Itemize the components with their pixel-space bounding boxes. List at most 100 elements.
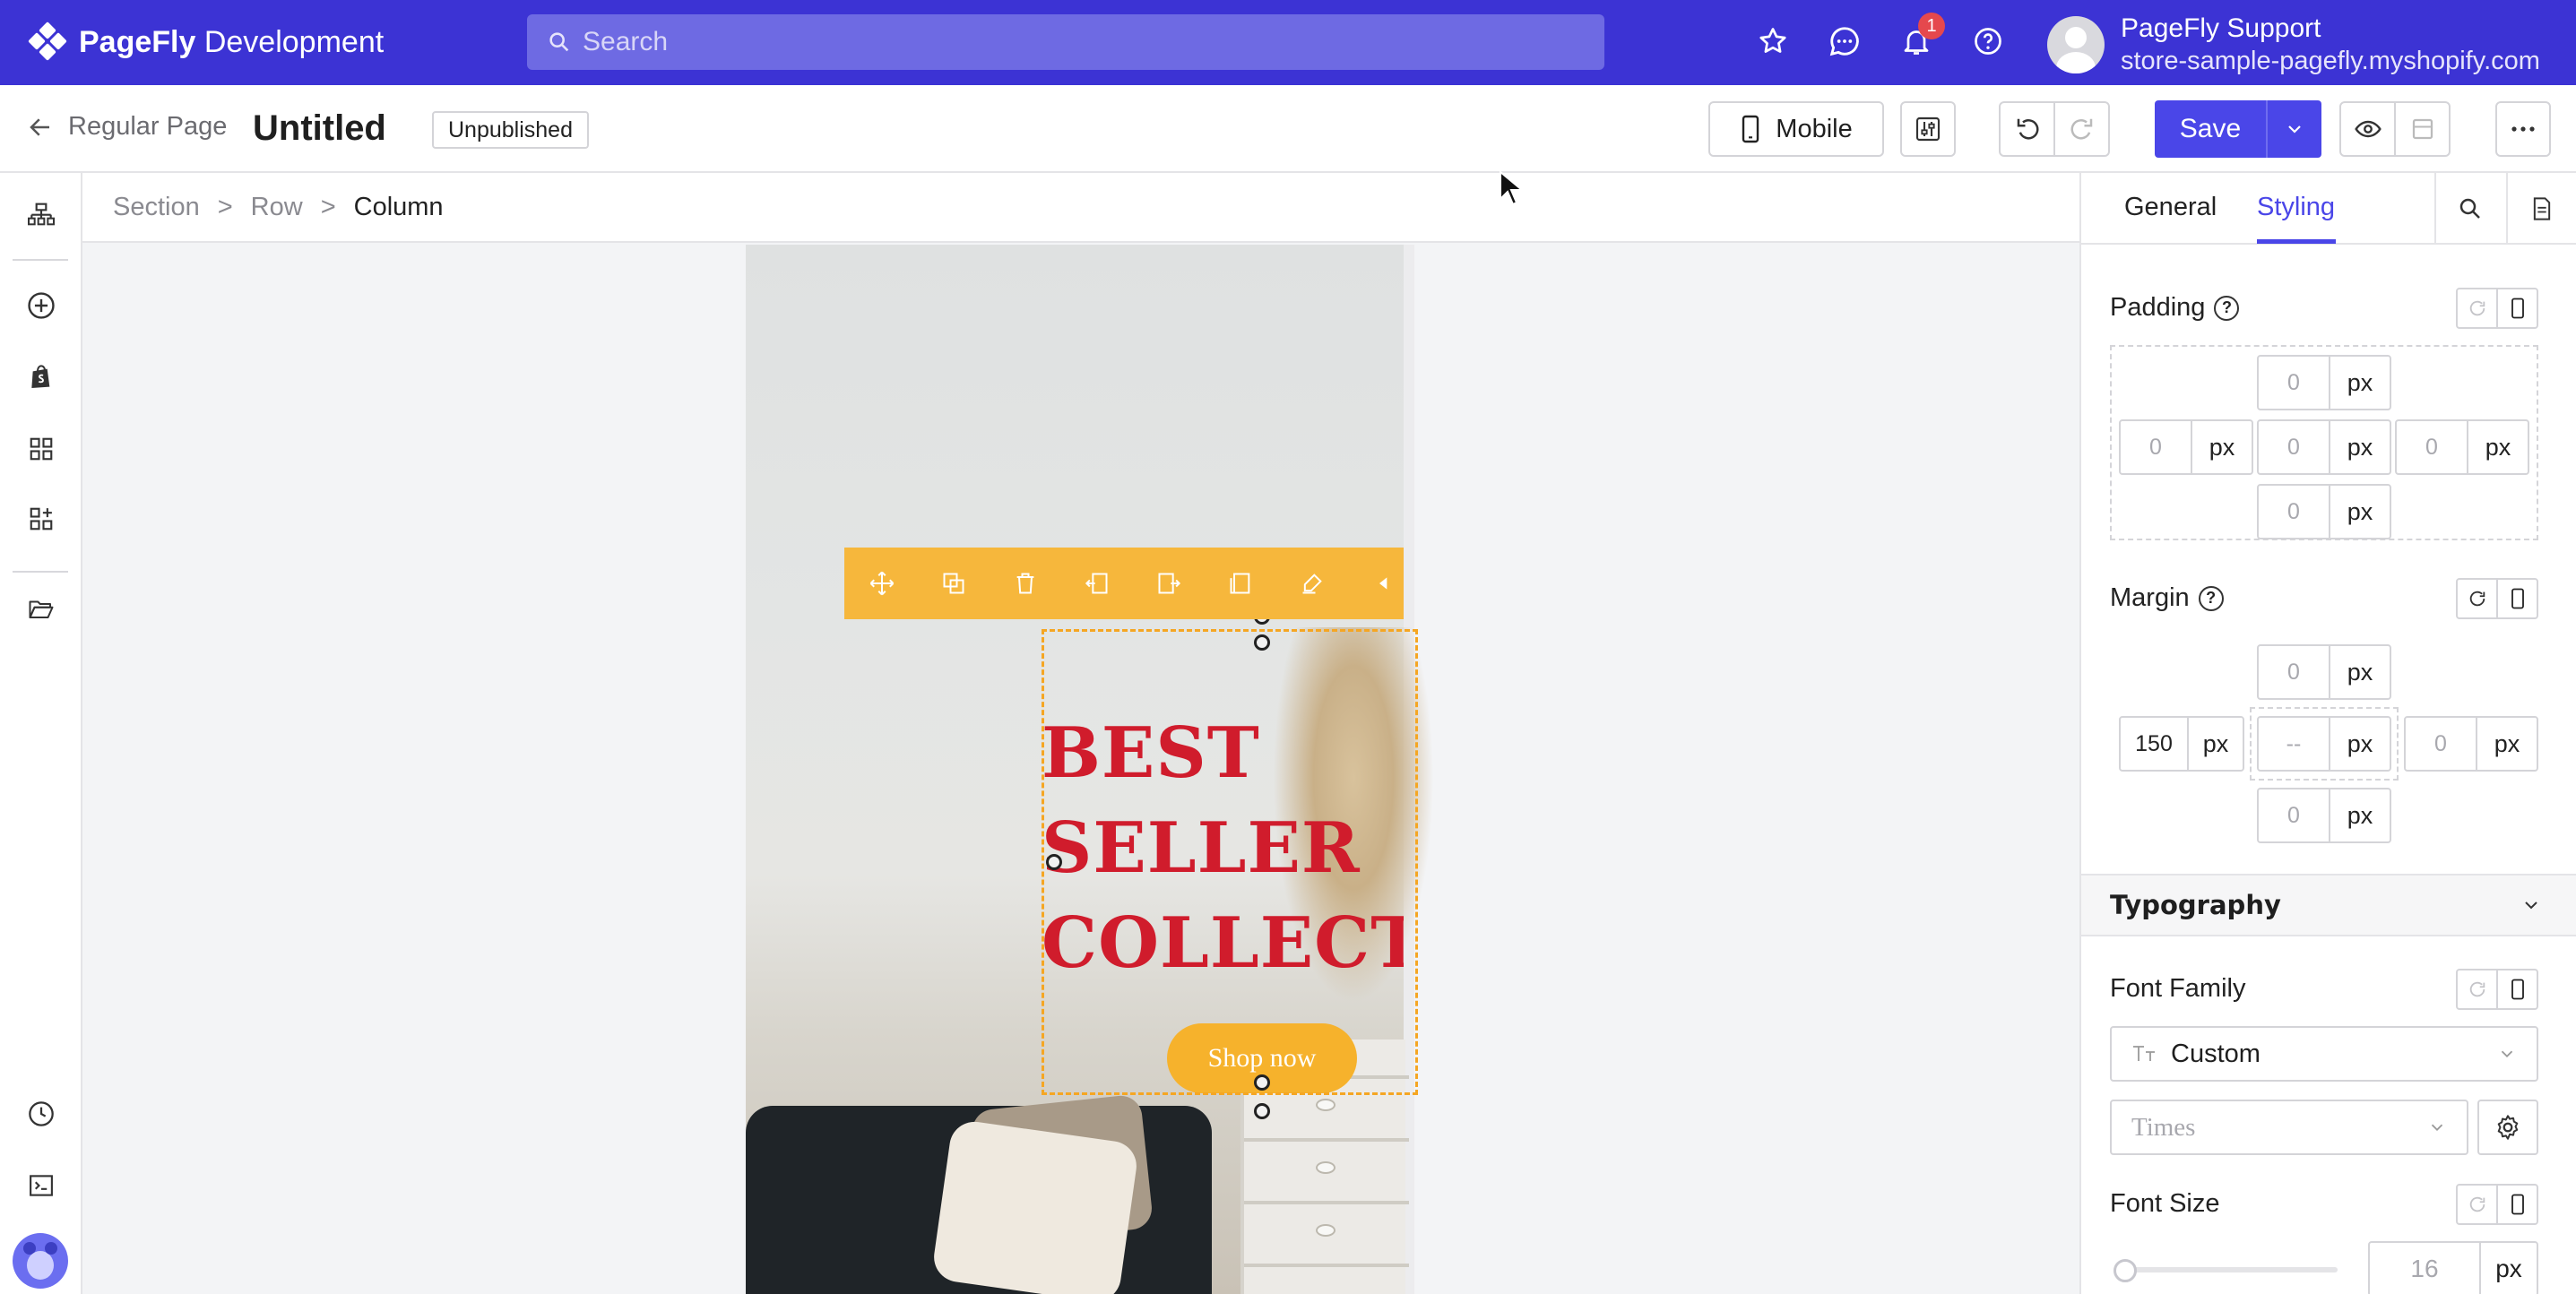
chevron-down-icon [2525,901,2537,910]
redo-button[interactable] [2055,103,2108,155]
padding-tools [2456,288,2538,329]
margin-top-input[interactable]: 0 px [2257,644,2391,700]
sidebar-divider [13,571,68,573]
sidebar-item-apps[interactable] [23,501,59,537]
more-options-button[interactable] [2495,101,2551,157]
sidebar-item-code[interactable] [23,1168,59,1203]
eye-icon [2354,120,2382,138]
sidebar-item-history[interactable] [23,1096,59,1132]
font-size-reset-button[interactable] [2458,1186,2496,1223]
font-size-slider-handle[interactable] [2114,1259,2137,1282]
font-size-input[interactable]: 16 px [2368,1241,2538,1294]
save-options-button[interactable] [2266,100,2321,158]
publish-icon [2412,118,2433,140]
padding-center-input[interactable]: 0 px [2257,419,2391,475]
insert-right-icon [1158,573,1181,594]
insert-after-button[interactable] [1151,565,1187,601]
favorites-button[interactable] [1755,22,1791,61]
collapse-toolbar-button[interactable] [1366,565,1402,601]
padding-device-button[interactable] [2496,289,2537,327]
reset-icon [2469,1196,2485,1212]
sidebar-item-files[interactable] [23,591,59,626]
sidebar-item-shopify[interactable] [23,359,59,395]
sidebar-item-layers[interactable] [23,198,59,234]
breadcrumb-section[interactable]: Section [113,193,200,222]
layers-tree-icon [28,203,55,226]
delete-button[interactable] [1007,565,1043,601]
custom-font-select[interactable]: Times [2110,1100,2468,1155]
publish-button[interactable] [2396,103,2449,155]
save-button[interactable]: Save [2155,100,2266,158]
duplicate-button[interactable] [936,565,972,601]
resize-handle-bottom-inner[interactable] [1254,1074,1270,1091]
margin-tools [2456,578,2538,619]
sliders-icon [1915,116,1941,142]
app-logo[interactable]: PageFly Development [27,21,493,64]
margin-right-input[interactable]: 0 px [2404,716,2538,772]
font-family-label: Font Family [2110,974,2246,1003]
logo-brand: PageFly [79,25,196,59]
breadcrumb-column[interactable]: Column [354,193,444,222]
copy-icon [1230,573,1250,594]
decor-pillow [930,1118,1140,1294]
user-menu[interactable]: PageFly Support store-sample-pagefly.mys… [2047,13,2540,77]
padding-top-input[interactable]: 0 px [2257,355,2391,410]
font-size-device-button[interactable] [2496,1186,2537,1223]
panel-page-button[interactable] [2506,173,2576,245]
sidebar-item-add-element[interactable] [23,288,59,324]
margin-center-input[interactable]: -- px [2257,716,2391,772]
resize-handle-bottom[interactable] [1254,1103,1270,1119]
move-button[interactable] [864,565,900,601]
font-family-select[interactable]: Custom [2110,1026,2538,1082]
margin-reset-button[interactable] [2458,580,2496,617]
help-circle-icon[interactable]: ? [2198,585,2224,611]
padding-reset-button[interactable] [2458,289,2496,327]
font-settings-button[interactable] [2477,1100,2538,1155]
page-title[interactable]: Untitled [253,108,386,149]
padding-left-input[interactable]: 0 px [2119,419,2253,475]
notifications-button[interactable]: 1 [1898,13,1945,61]
paint-style-button[interactable] [1294,565,1330,601]
breadcrumb-row[interactable]: Row [251,193,303,222]
undo-button[interactable] [2001,103,2055,155]
reset-icon [2469,300,2485,316]
font-family-device-button[interactable] [2496,970,2537,1008]
typography-section-header[interactable]: Typography [2081,874,2576,936]
margin-bottom-input[interactable]: 0 px [2257,788,2391,843]
pagefly-assistant-icon[interactable] [13,1233,68,1289]
device-label: Mobile [1776,114,1853,143]
grid-icon [30,437,53,461]
padding-bottom-input[interactable]: 0 px [2257,484,2391,539]
preview-button[interactable] [2341,103,2396,155]
tab-general[interactable]: General [2124,193,2217,222]
search-input[interactable]: Search [527,14,1604,70]
panel-search-button[interactable] [2434,173,2504,245]
chat-icon [1829,27,1859,56]
save-group: Save [2155,100,2321,158]
copy-style-button[interactable] [1223,565,1258,601]
font-size-slider[interactable] [2119,1267,2338,1272]
resize-handle-top-inner[interactable] [1254,634,1270,651]
move-icon [869,571,895,596]
tab-styling[interactable]: Styling [2257,193,2335,222]
help-button[interactable] [1970,22,2006,61]
insert-left-icon [1085,573,1108,594]
resize-handle-left[interactable] [1046,854,1062,870]
history-controls [1999,101,2110,157]
device-switcher-button[interactable]: Mobile [1708,101,1884,157]
font-family-reset-button[interactable] [2458,970,2496,1008]
chat-button[interactable] [1827,22,1863,61]
font-family-value: Custom [2171,1039,2260,1068]
page-settings-button[interactable] [1900,101,1956,157]
sidebar-item-templates[interactable] [23,431,59,467]
help-circle-icon[interactable]: ? [2214,295,2240,321]
padding-right-input[interactable]: 0 px [2395,419,2529,475]
back-link[interactable]: Regular Page [27,112,227,142]
insert-before-button[interactable] [1079,565,1115,601]
breadcrumb-separator: > [217,192,233,221]
active-tab-indicator [2257,239,2336,244]
font-size-unit: px [2495,1255,2522,1282]
margin-left-input[interactable]: 150 px [2119,716,2244,772]
margin-device-button[interactable] [2496,580,2537,617]
help-icon [1975,28,2001,55]
